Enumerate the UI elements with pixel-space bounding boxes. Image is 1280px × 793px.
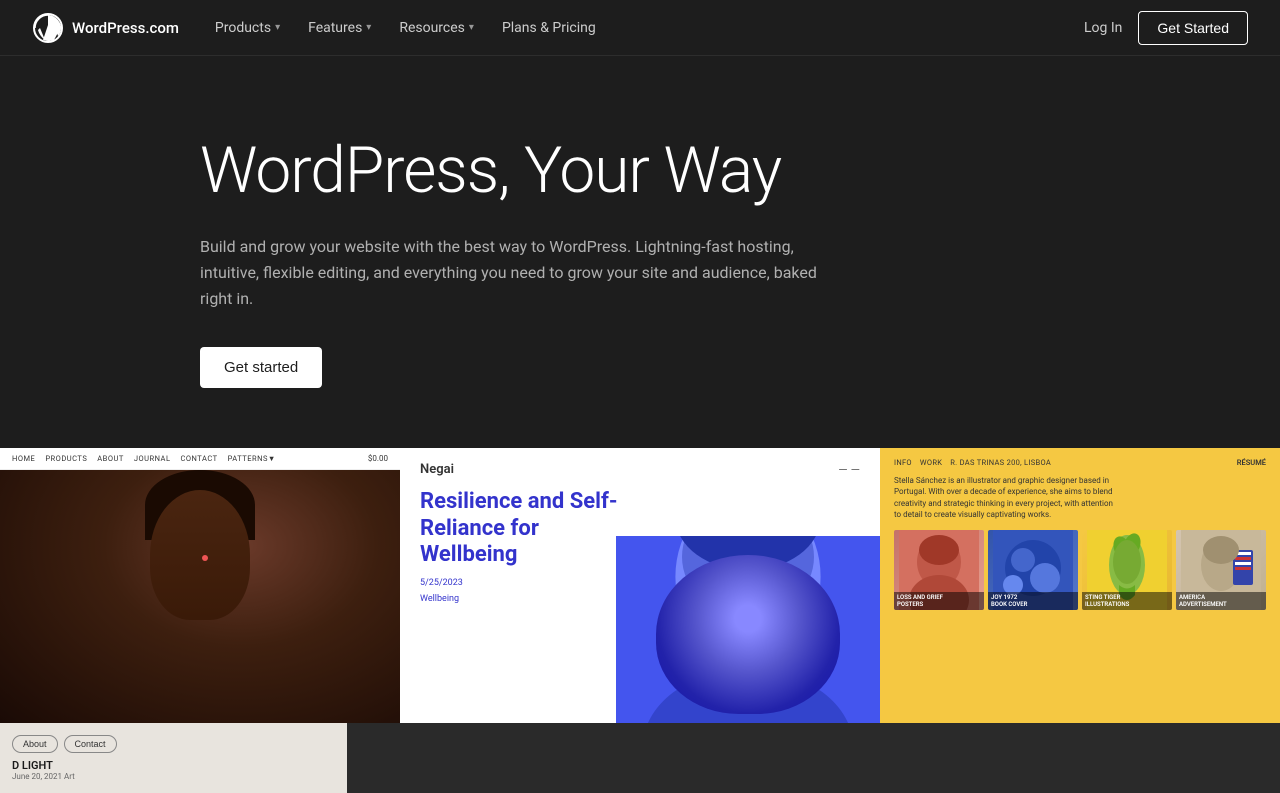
right-site-header: INFO WORK R. DAS TRINAS 200, LISBOA RÉSU… <box>894 458 1266 467</box>
hero-cta-button[interactable]: Get started <box>200 347 322 388</box>
blog-portrait-bg <box>616 536 880 723</box>
left-nav-links: HOME PRODUCTS ABOUT JOURNAL CONTACT PATT… <box>12 454 276 463</box>
nav-links: Products ▾ Features ▾ Resources ▾ Plans … <box>203 12 1084 44</box>
blog-face-svg <box>616 536 880 723</box>
portfolio-label-4: AMERICA ADVERTISEMENT <box>1176 592 1266 610</box>
features-chevron-icon: ▾ <box>366 22 371 33</box>
bottom-nav-buttons: About Contact <box>12 735 335 753</box>
nav-item-products[interactable]: Products ▾ <box>203 12 292 44</box>
get-started-nav-button[interactable]: Get Started <box>1138 11 1248 45</box>
portfolio-item-2: JOY 1972 BOOK COVER <box>988 530 1078 610</box>
showcase-row: HOME PRODUCTS ABOUT JOURNAL CONTACT PATT… <box>0 448 1280 723</box>
hero-title: WordPress, Your Way <box>200 136 828 206</box>
portfolio-item-3: STING TIGER ILLUSTRATIONS <box>1082 530 1172 610</box>
about-button[interactable]: About <box>12 735 58 753</box>
right-resume-label: RÉSUMÉ <box>1237 458 1266 467</box>
bottom-site-title: D LIGHT <box>12 759 335 772</box>
nav-item-plans[interactable]: Plans & Pricing <box>490 12 608 44</box>
portfolio-item-1: LOSS AND GRIEF POSTERS <box>894 530 984 610</box>
blog-post-title: Resilience and Self-Reliance for Wellbei… <box>420 489 620 568</box>
portrait-dot <box>202 555 208 561</box>
showcase-left: HOME PRODUCTS ABOUT JOURNAL CONTACT PATT… <box>0 448 400 723</box>
portfolio-grid: LOSS AND GRIEF POSTERS JOY 1972 <box>894 530 1266 610</box>
nav-logo[interactable]: WordPress.com <box>32 12 179 44</box>
showcase-bottom-row: About Contact D LIGHT June 20, 2021 Art <box>0 723 1280 793</box>
left-price: $0.00 <box>368 454 388 463</box>
portfolio-label-2: JOY 1972 BOOK COVER <box>988 592 1078 610</box>
showcase-center: Negai — — Resilience and Self-Reliance f… <box>400 448 880 723</box>
logo-text: WordPress.com <box>72 19 179 37</box>
showcase-bottom-right <box>347 723 1280 793</box>
resources-chevron-icon: ▾ <box>469 22 474 33</box>
nav-item-resources[interactable]: Resources ▾ <box>387 12 486 44</box>
nav-item-features[interactable]: Features ▾ <box>296 12 383 44</box>
hero-section: WordPress, Your Way Build and grow your … <box>0 56 860 448</box>
hero-subtitle: Build and grow your website with the bes… <box>200 234 820 311</box>
contact-button[interactable]: Contact <box>64 735 117 753</box>
center-site-header: Negai — — <box>420 462 860 477</box>
login-link[interactable]: Log In <box>1084 20 1122 36</box>
nav-actions: Log In Get Started <box>1084 11 1248 45</box>
left-portrait-image <box>0 470 400 723</box>
showcase-right: INFO WORK R. DAS TRINAS 200, LISBOA RÉSU… <box>880 448 1280 723</box>
blog-portrait-image <box>616 536 880 723</box>
portfolio-item-4: AMERICA ADVERTISEMENT <box>1176 530 1266 610</box>
products-chevron-icon: ▾ <box>275 22 280 33</box>
right-header-links: INFO WORK R. DAS TRINAS 200, LISBOA <box>894 458 1051 467</box>
showcase-bottom-left: About Contact D LIGHT June 20, 2021 Art <box>0 723 347 793</box>
portrait-face <box>150 490 250 620</box>
center-site-name: Negai <box>420 462 454 477</box>
left-site-nav: HOME PRODUCTS ABOUT JOURNAL CONTACT PATT… <box>0 448 400 470</box>
right-site-bio: Stella Sánchez is an illustrator and gra… <box>894 475 1114 520</box>
portfolio-label-1: LOSS AND GRIEF POSTERS <box>894 592 984 610</box>
main-nav: WordPress.com Products ▾ Features ▾ Reso… <box>0 0 1280 56</box>
center-menu-icon: — — <box>838 463 860 477</box>
wordpress-logo-icon <box>32 12 64 44</box>
right-site: INFO WORK R. DAS TRINAS 200, LISBOA RÉSU… <box>880 448 1280 723</box>
bottom-site-meta: June 20, 2021 Art <box>12 772 335 781</box>
portfolio-label-3: STING TIGER ILLUSTRATIONS <box>1082 592 1172 610</box>
